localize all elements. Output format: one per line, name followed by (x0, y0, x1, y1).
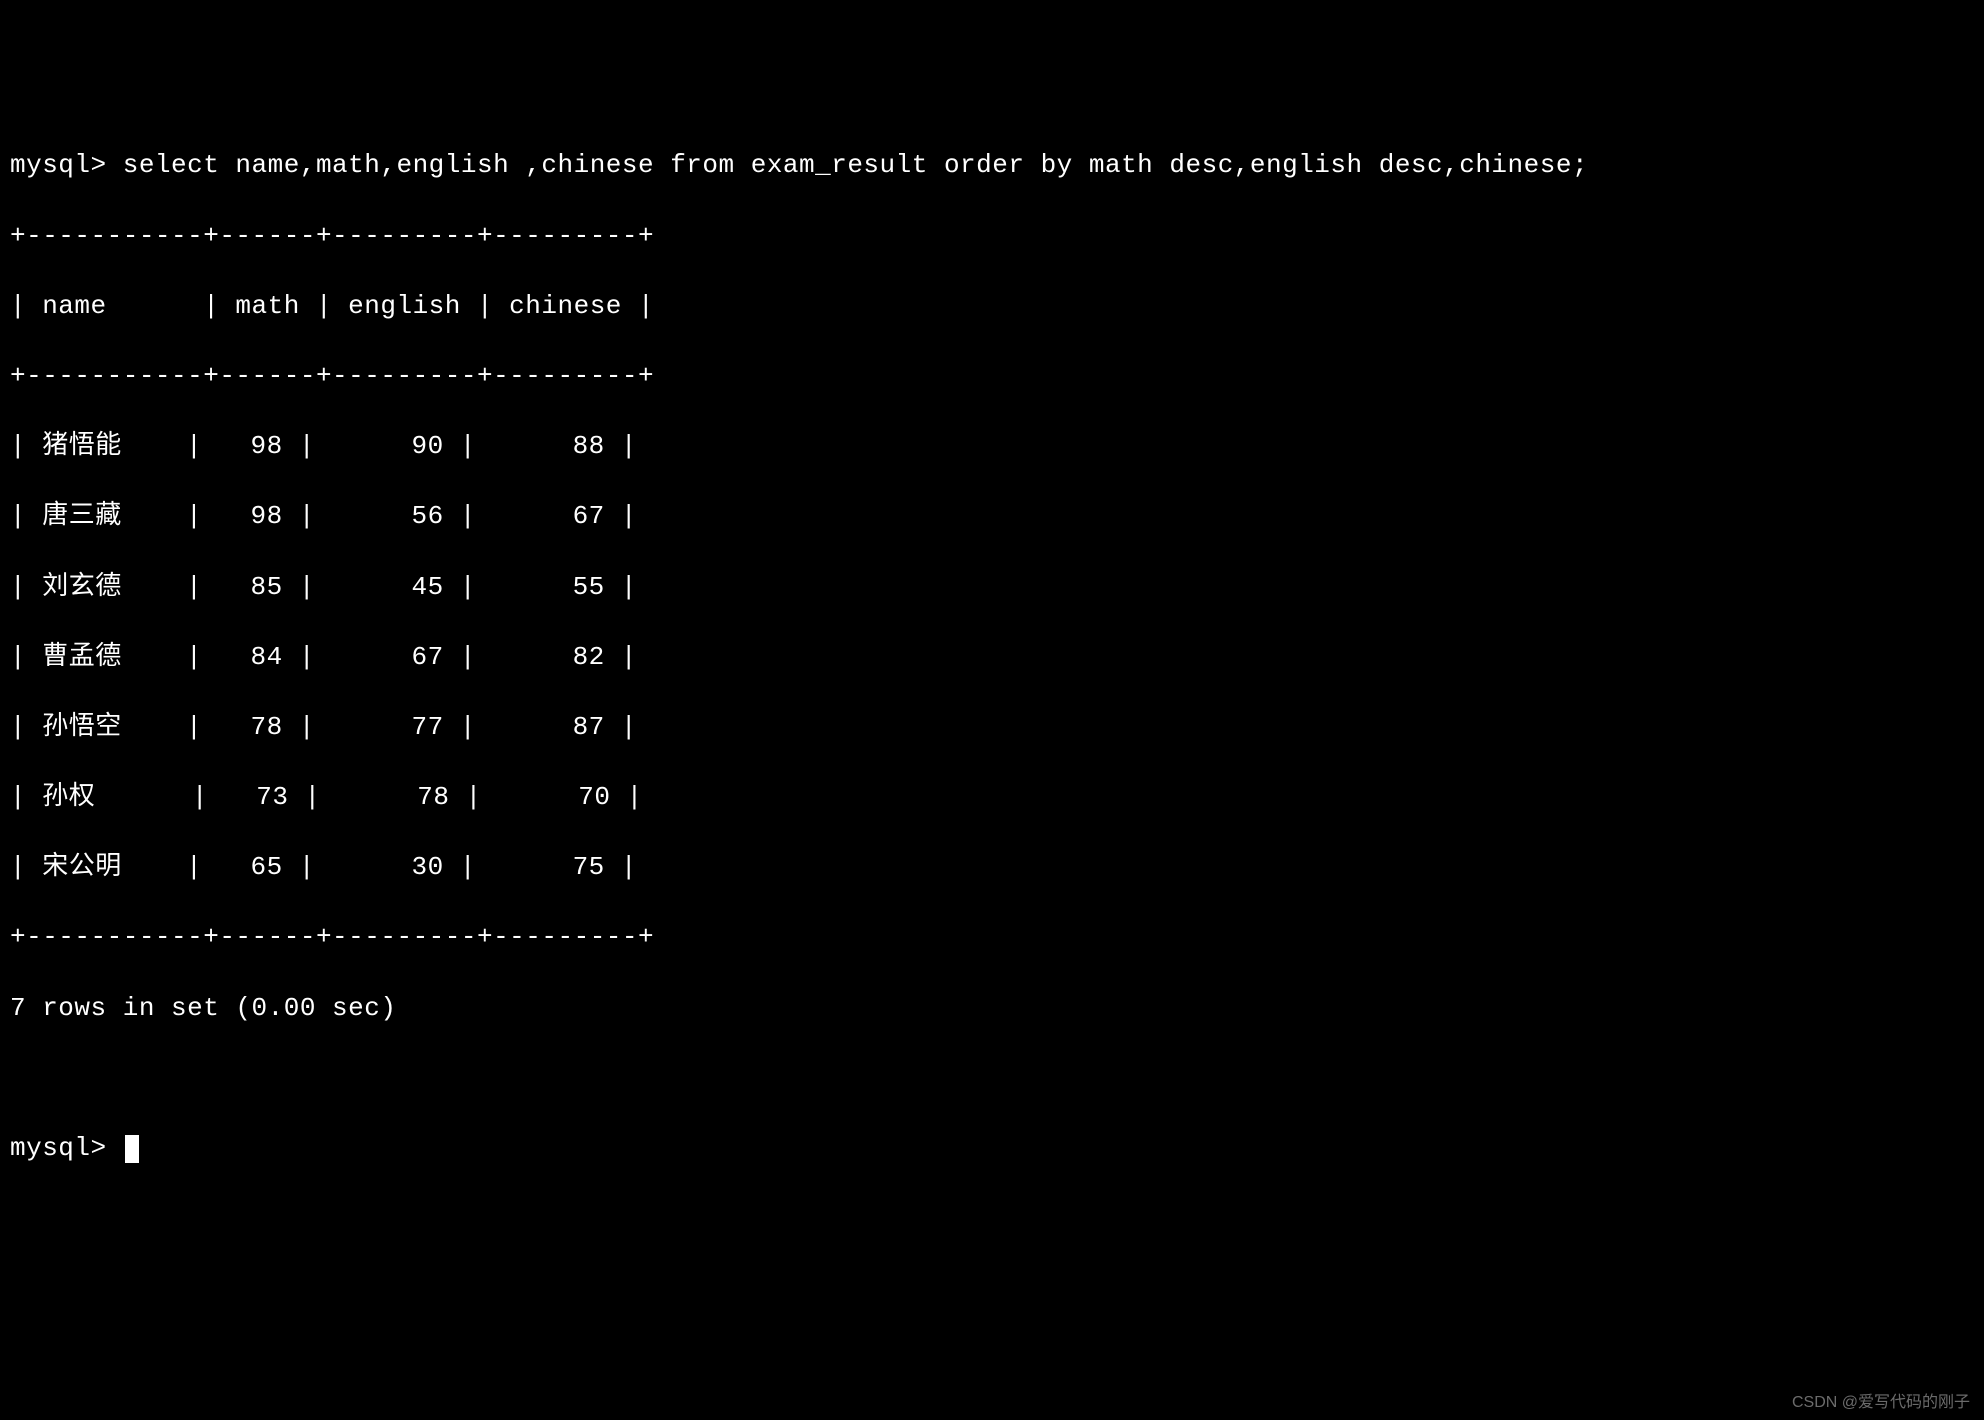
result-summary: 7 rows in set (0.00 sec) (10, 991, 1974, 1026)
table-row: | 刘玄德 | 85 | 45 | 55 | (10, 570, 1974, 605)
mysql-prompt: mysql> (10, 150, 123, 180)
table-border-bottom: +-----------+------+---------+---------+ (10, 920, 1974, 955)
table-row: | 曹孟德 | 84 | 67 | 82 | (10, 640, 1974, 675)
table-row: | 宋公明 | 65 | 30 | 75 | (10, 850, 1974, 885)
prompt-line[interactable]: mysql> (10, 1131, 1974, 1166)
mysql-prompt: mysql> (10, 1133, 123, 1163)
table-border-mid: +-----------+------+---------+---------+ (10, 359, 1974, 394)
watermark: CSDN @爱写代码的刚子 (1792, 1392, 1970, 1414)
table-row: | 猪悟能 | 98 | 90 | 88 | (10, 429, 1974, 464)
blank-line (10, 1061, 1974, 1096)
table-border-top: +-----------+------+---------+---------+ (10, 219, 1974, 254)
table-row: | 唐三藏 | 98 | 56 | 67 | (10, 499, 1974, 534)
cursor-icon (125, 1135, 139, 1163)
table-row: | 孙悟空 | 78 | 77 | 87 | (10, 710, 1974, 745)
sql-query: select name,math,english ,chinese from e… (123, 150, 1588, 180)
table-header: | name | math | english | chinese | (10, 289, 1974, 324)
query-line: mysql> select name,math,english ,chinese… (10, 148, 1974, 183)
table-row: | 孙权 | 73 | 78 | 70 | (10, 780, 1974, 815)
